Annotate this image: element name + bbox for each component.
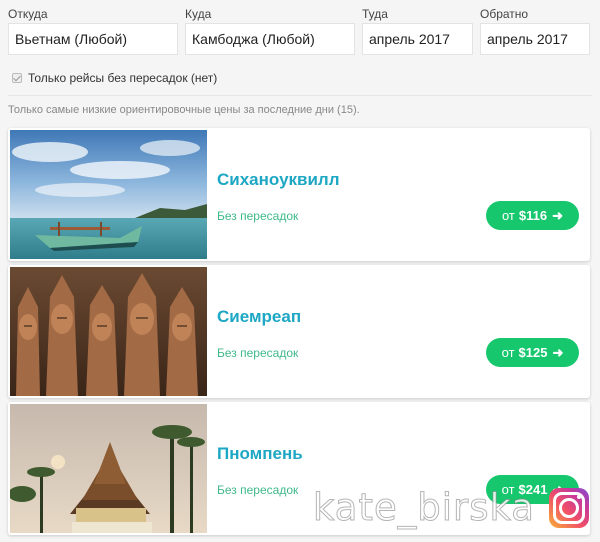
divider [8,95,592,96]
price-amount: $116 [518,208,548,223]
price-prefix: от [501,208,515,223]
return-label: Обратно [480,7,529,21]
to-field: Куда Камбоджа (Любой) [185,6,355,55]
depart-input[interactable]: апрель 2017 [362,23,473,55]
price-prefix: от [501,345,515,360]
to-input[interactable]: Камбоджа (Любой) [185,23,355,55]
search-form: Откуда Вьетнам (Любой) Куда Камбоджа (Лю… [8,6,592,66]
price-button[interactable]: от $125 ➜ [486,338,579,367]
pagoda-palms-photo [10,404,207,533]
direct-only-label: Только рейсы без пересадок (нет) [28,71,218,85]
depart-label: Туда [362,7,388,21]
price-button[interactable]: от $116 ➜ [486,201,579,230]
return-field: Обратно апрель 2017 [480,6,590,55]
arrow-right-icon: ➜ [552,207,563,223]
stops-label: Без пересадок [217,483,299,497]
city-name: Сиемреап [217,307,302,326]
return-input[interactable]: апрель 2017 [480,23,590,55]
direct-only-checkbox[interactable] [12,73,22,83]
price-note: Только самые низкие ориентировочные цены… [8,104,360,116]
depart-field: Туда апрель 2017 [362,6,473,55]
boat-beach-photo [10,130,207,259]
result-card-sihanoukville[interactable]: Сиханоуквилл Без пересадок от $116 ➜ [8,128,590,261]
city-name: Пномпень [217,444,303,463]
price-amount: $125 [518,345,548,360]
from-field: Откуда Вьетнам (Любой) [8,6,178,55]
city-name: Сиханоуквилл [217,170,340,189]
stops-label: Без пересадок [217,346,299,360]
from-input[interactable]: Вьетнам (Любой) [8,23,178,55]
stops-label: Без пересадок [217,209,299,223]
direct-only-row: Только рейсы без пересадок (нет) [12,70,217,86]
instagram-icon [549,488,589,528]
arrow-right-icon: ➜ [552,344,564,360]
result-card-siem-reap[interactable]: Сиемреап Без пересадок от $125 ➜ [8,265,590,398]
watermark-text: kate_birska [313,486,535,530]
from-label: Откуда [8,7,48,21]
temple-statues-photo [10,267,207,396]
to-label: Куда [185,7,212,21]
